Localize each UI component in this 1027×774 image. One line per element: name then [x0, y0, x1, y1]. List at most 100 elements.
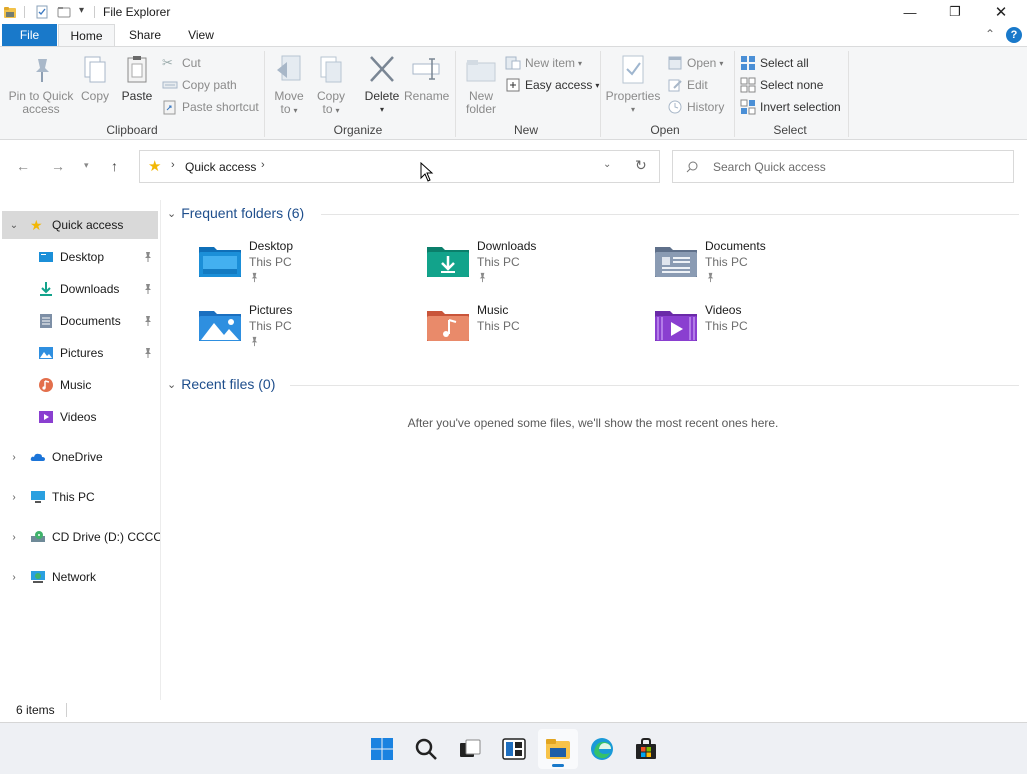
- taskbar-search-button[interactable]: [406, 729, 446, 769]
- edge-button[interactable]: [582, 729, 622, 769]
- breadcrumb-quick-access[interactable]: Quick access: [185, 160, 256, 174]
- recent-locations-chevron-icon[interactable]: ▾: [84, 160, 89, 171]
- rename-button[interactable]: Rename: [404, 53, 449, 103]
- properties-icon: [622, 55, 644, 84]
- copy-button[interactable]: Copy: [78, 53, 112, 103]
- widgets-button[interactable]: [494, 729, 534, 769]
- frequent-folders-header[interactable]: ⌄ Frequent folders (6): [163, 205, 304, 221]
- sidebar-item-documents[interactable]: Documents: [2, 307, 158, 335]
- tab-view[interactable]: View: [178, 24, 224, 47]
- breadcrumb-chevron-icon[interactable]: ›: [171, 159, 175, 171]
- open-label: Open: [687, 56, 717, 70]
- documents-folder-icon: [655, 247, 697, 277]
- move-to-button[interactable]: Move to ▾: [270, 53, 308, 117]
- collapse-chevron-icon[interactable]: ⌄: [167, 378, 176, 391]
- properties-button[interactable]: Properties ▾: [604, 53, 662, 116]
- select-all-button[interactable]: Select all: [740, 54, 809, 72]
- network-icon: [31, 571, 45, 583]
- breadcrumb-chevron-icon[interactable]: ›: [261, 159, 265, 171]
- properties-dropdown-icon[interactable]: ▾: [604, 103, 662, 116]
- folder-tile-pictures[interactable]: Pictures This PC: [198, 303, 418, 359]
- expand-chevron-icon[interactable]: ›: [8, 532, 20, 543]
- help-icon[interactable]: ?: [1006, 27, 1022, 43]
- select-none-button[interactable]: Select none: [740, 76, 823, 94]
- sidebar-item-label: CD Drive (D:) CCCOMA_X64FRE_EN-US_DV9: [52, 530, 160, 544]
- paste-button[interactable]: Paste: [118, 53, 156, 103]
- expand-chevron-icon[interactable]: ⌄: [8, 220, 20, 231]
- expand-chevron-icon[interactable]: ›: [8, 452, 20, 463]
- easy-access-button[interactable]: Easy access ▾: [505, 76, 599, 94]
- refresh-icon[interactable]: ↻: [635, 157, 647, 174]
- address-bar[interactable]: ★ › Quick access › ⌄ ↻: [139, 150, 660, 183]
- new-item-label: New item: [525, 56, 576, 70]
- sidebar-item-pictures[interactable]: Pictures: [2, 339, 158, 367]
- tab-home[interactable]: Home: [58, 24, 115, 48]
- recent-files-header[interactable]: ⌄ Recent files (0): [163, 376, 275, 392]
- folder-tile-desktop[interactable]: Desktop This PC: [198, 239, 418, 295]
- sidebar-item-cd-drive[interactable]: › CD Drive (D:) CCCOMA_X64FRE_EN-US_DV9: [2, 523, 160, 551]
- up-arrow-icon[interactable]: ↑: [111, 158, 118, 174]
- folder-tile-documents[interactable]: Documents This PC: [654, 239, 874, 295]
- move-to-icon: [277, 55, 301, 81]
- paste-shortcut-icon: [163, 100, 176, 115]
- back-arrow-icon[interactable]: ←: [16, 158, 30, 174]
- edit-button[interactable]: Edit: [667, 76, 708, 94]
- title-bar: ▾ File Explorer — ❐ ✕: [0, 0, 1027, 24]
- videos-folder-icon: [655, 311, 697, 341]
- new-folder-qat-icon[interactable]: [57, 5, 71, 19]
- properties-qat-icon[interactable]: [35, 5, 49, 19]
- tab-share[interactable]: Share: [121, 24, 169, 47]
- pin-to-quick-access-button[interactable]: Pin to Quick access: [6, 53, 76, 116]
- forward-arrow-icon[interactable]: →: [51, 158, 65, 174]
- copy-label: Copy: [80, 89, 109, 103]
- delete-label: Delete: [364, 89, 400, 103]
- search-box[interactable]: Search Quick access: [672, 150, 1014, 183]
- copy-icon: [84, 56, 106, 83]
- task-view-button[interactable]: [450, 729, 490, 769]
- cut-button[interactable]: ✂ Cut: [162, 54, 201, 72]
- sidebar-item-quick-access[interactable]: ⌄ ★ Quick access: [2, 211, 158, 239]
- copy-to-button[interactable]: Copy to ▾: [312, 53, 350, 117]
- microsoft-store-button[interactable]: [626, 729, 666, 769]
- status-bar: 6 items: [0, 700, 1027, 722]
- close-button[interactable]: ✕: [978, 0, 1024, 24]
- sidebar-item-network[interactable]: › Network: [2, 563, 158, 591]
- delete-dropdown-icon[interactable]: ▾: [362, 103, 402, 116]
- sidebar-item-desktop[interactable]: Desktop: [2, 243, 158, 271]
- delete-button[interactable]: Delete ▾: [362, 53, 402, 116]
- select-none-label: Select none: [760, 78, 824, 92]
- qat-customize-icon[interactable]: ▾: [79, 5, 84, 16]
- file-explorer-taskbar-button[interactable]: [538, 729, 578, 769]
- sidebar-item-this-pc[interactable]: › This PC: [2, 483, 158, 511]
- tab-file[interactable]: File: [2, 24, 57, 47]
- sidebar-item-music[interactable]: Music: [2, 371, 158, 399]
- folder-tile-videos[interactable]: Videos This PC: [654, 303, 874, 359]
- folder-tile-music[interactable]: Music This PC: [426, 303, 646, 359]
- folder-name: Desktop: [249, 239, 294, 253]
- collapse-ribbon-icon[interactable]: ⌃: [985, 27, 995, 41]
- sidebar-item-onedrive[interactable]: › OneDrive: [2, 443, 158, 471]
- history-button[interactable]: History: [667, 98, 724, 116]
- expand-chevron-icon[interactable]: ›: [8, 572, 20, 583]
- copy-path-button[interactable]: Copy path: [162, 76, 237, 94]
- folder-tile-downloads[interactable]: Downloads This PC: [426, 239, 646, 295]
- invert-selection-button[interactable]: Invert selection: [740, 98, 841, 116]
- minimize-button[interactable]: —: [887, 0, 933, 24]
- folder-name: Pictures: [249, 303, 293, 317]
- paste-shortcut-button[interactable]: Paste shortcut: [162, 98, 259, 116]
- start-button[interactable]: [362, 729, 402, 769]
- copy-to-label-2: to ▾: [322, 102, 340, 116]
- maximize-button[interactable]: ❐: [932, 0, 978, 24]
- sidebar-item-videos[interactable]: Videos: [2, 403, 158, 431]
- expand-chevron-icon[interactable]: ›: [8, 492, 20, 503]
- collapse-chevron-icon[interactable]: ⌄: [167, 207, 176, 220]
- new-item-button[interactable]: New item ▾: [505, 54, 582, 72]
- new-folder-button[interactable]: New folder: [460, 53, 502, 116]
- sidebar-item-downloads[interactable]: Downloads: [2, 275, 158, 303]
- address-dropdown-icon[interactable]: ⌄: [603, 159, 611, 170]
- pane-divider[interactable]: [160, 200, 161, 700]
- sidebar-item-label: OneDrive: [52, 450, 103, 464]
- store-bag-icon: [636, 738, 656, 759]
- sidebar-item-label: Desktop: [60, 250, 105, 264]
- open-button[interactable]: Open ▾: [667, 54, 723, 72]
